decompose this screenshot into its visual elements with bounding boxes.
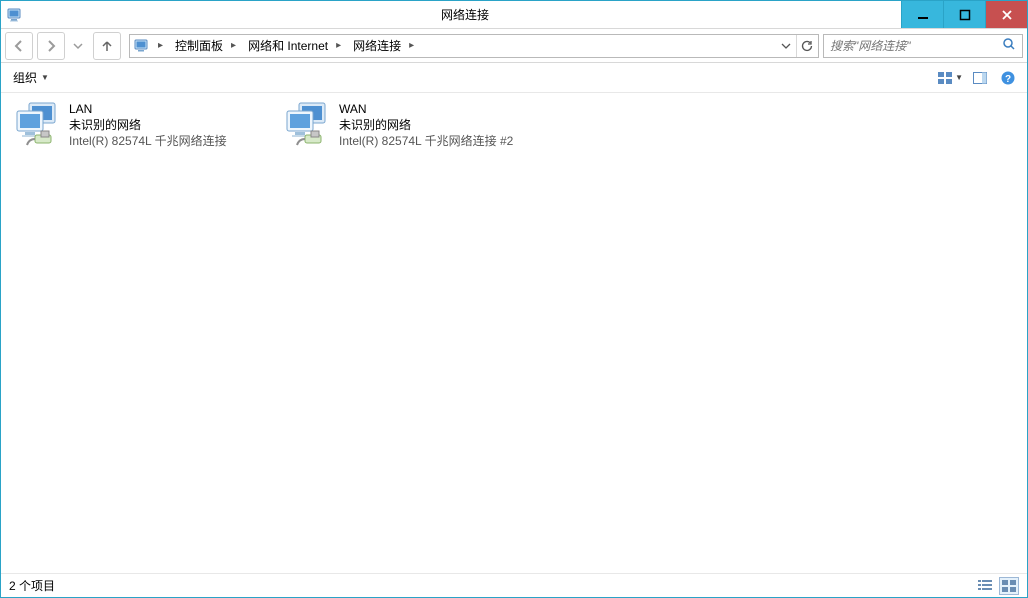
search-box[interactable] bbox=[823, 34, 1023, 58]
view-icon bbox=[937, 70, 953, 86]
details-view-button[interactable] bbox=[975, 577, 995, 595]
network-adapter-icon bbox=[283, 101, 331, 149]
organize-label: 组织 bbox=[13, 69, 37, 86]
adapter-text: WAN 未识别的网络 Intel(R) 82574L 千兆网络连接 #2 bbox=[339, 101, 513, 149]
window-title: 网络连接 bbox=[29, 1, 901, 28]
chevron-right-icon: ▸ bbox=[227, 40, 240, 51]
system-icon bbox=[1, 1, 29, 28]
refresh-button[interactable] bbox=[796, 35, 816, 57]
breadcrumb-item-0[interactable]: 控制面板▸ bbox=[169, 35, 242, 57]
tiles-view-button[interactable] bbox=[999, 577, 1019, 595]
close-button[interactable] bbox=[985, 1, 1027, 28]
maximize-button[interactable] bbox=[943, 1, 985, 28]
content-area[interactable]: LAN 未识别的网络 Intel(R) 82574L 千兆网络连接 bbox=[1, 93, 1027, 573]
search-icon[interactable] bbox=[1002, 37, 1018, 54]
preview-pane-icon bbox=[972, 70, 988, 86]
chevron-right-icon: ▸ bbox=[405, 40, 418, 51]
chevron-right-icon: ▸ bbox=[154, 40, 167, 51]
breadcrumb-root-sep[interactable]: ▸ bbox=[152, 35, 169, 57]
chevron-down-icon: ▼ bbox=[41, 73, 49, 82]
command-bar: 组织 ▼ ▼ ? bbox=[1, 63, 1027, 93]
adapter-status: 未识别的网络 bbox=[339, 117, 513, 133]
breadcrumb-item-1[interactable]: 网络和 Internet▸ bbox=[242, 35, 347, 57]
svg-text:?: ? bbox=[1005, 74, 1011, 85]
nav-bar: ▸ 控制面板▸ 网络和 Internet▸ 网络连接▸ bbox=[1, 29, 1027, 63]
adapter-hardware: Intel(R) 82574L 千兆网络连接 bbox=[69, 133, 227, 149]
breadcrumb-label: 网络连接 bbox=[349, 37, 405, 54]
title-bar: 网络连接 bbox=[1, 1, 1027, 29]
organize-menu[interactable]: 组织 ▼ bbox=[9, 67, 53, 88]
chevron-down-icon: ▼ bbox=[955, 73, 963, 82]
details-view-icon bbox=[977, 579, 993, 593]
adapter-status: 未识别的网络 bbox=[69, 117, 227, 133]
help-button[interactable]: ? bbox=[997, 67, 1019, 89]
network-adapter-icon bbox=[13, 101, 61, 149]
adapter-item-lan[interactable]: LAN 未识别的网络 Intel(R) 82574L 千兆网络连接 bbox=[13, 101, 263, 149]
item-count: 2 个项目 bbox=[9, 577, 55, 594]
window: 网络连接 bbox=[0, 0, 1028, 598]
address-icon bbox=[132, 36, 152, 56]
up-button[interactable] bbox=[93, 32, 121, 60]
adapter-name: LAN bbox=[69, 101, 227, 117]
preview-pane-button[interactable] bbox=[969, 67, 991, 89]
history-dropdown[interactable] bbox=[69, 32, 87, 60]
back-button[interactable] bbox=[5, 32, 33, 60]
chevron-right-icon: ▸ bbox=[332, 40, 345, 51]
address-bar[interactable]: ▸ 控制面板▸ 网络和 Internet▸ 网络连接▸ bbox=[129, 34, 819, 58]
status-bar: 2 个项目 bbox=[1, 573, 1027, 597]
breadcrumb-item-2[interactable]: 网络连接▸ bbox=[347, 35, 420, 57]
forward-button[interactable] bbox=[37, 32, 65, 60]
window-buttons bbox=[901, 1, 1027, 28]
adapter-hardware: Intel(R) 82574L 千兆网络连接 #2 bbox=[339, 133, 513, 149]
adapter-item-wan[interactable]: WAN 未识别的网络 Intel(R) 82574L 千兆网络连接 #2 bbox=[283, 101, 533, 149]
adapter-name: WAN bbox=[339, 101, 513, 117]
search-input[interactable] bbox=[828, 38, 1002, 54]
adapter-text: LAN 未识别的网络 Intel(R) 82574L 千兆网络连接 bbox=[69, 101, 227, 149]
help-icon: ? bbox=[1000, 70, 1016, 86]
address-dropdown[interactable] bbox=[776, 35, 796, 57]
breadcrumb-label: 控制面板 bbox=[171, 37, 227, 54]
breadcrumb-label: 网络和 Internet bbox=[244, 37, 332, 54]
tiles-view-icon bbox=[1001, 579, 1017, 593]
view-options-button[interactable]: ▼ bbox=[937, 67, 963, 89]
minimize-button[interactable] bbox=[901, 1, 943, 28]
